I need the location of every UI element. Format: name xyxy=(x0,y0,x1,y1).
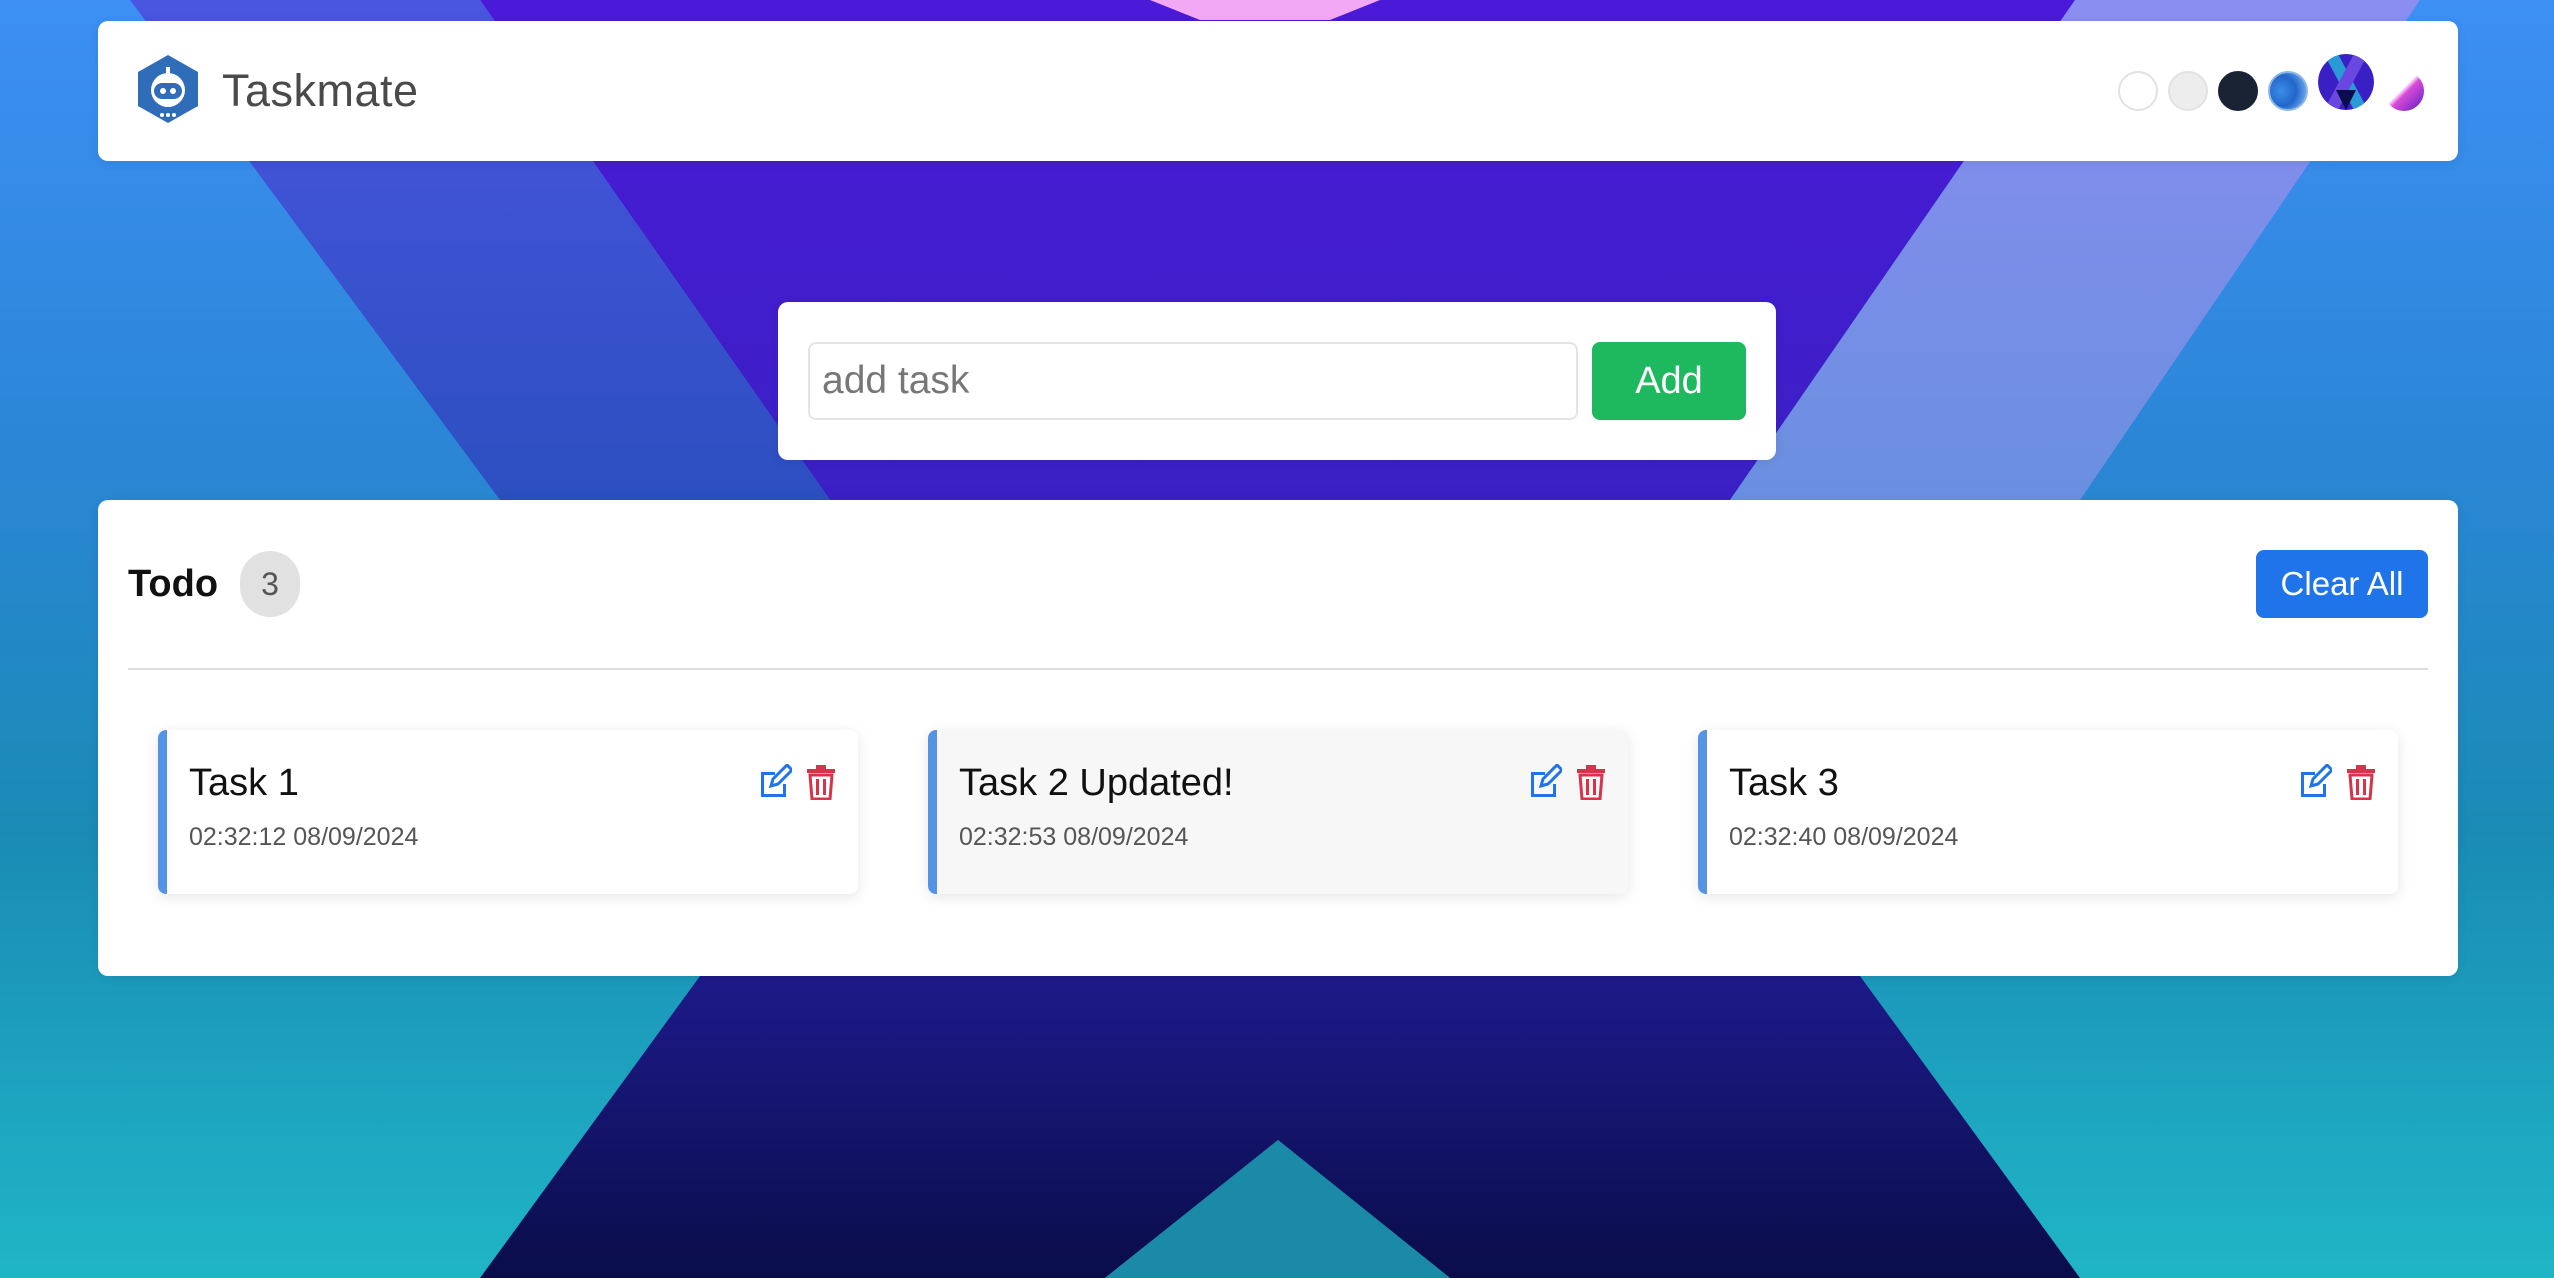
task-actions xyxy=(1528,764,1608,800)
trash-icon[interactable] xyxy=(804,764,838,800)
task-timestamp: 02:32:53 08/09/2024 xyxy=(959,823,1189,851)
edit-icon[interactable] xyxy=(2298,764,2332,800)
todo-panel: Todo 3 Clear All Task 1 02:32:12 08/09/2… xyxy=(98,500,2458,976)
task-list: Task 1 02:32:12 08/09/2024 Task 2 Update… xyxy=(128,670,2428,894)
task-timestamp: 02:32:40 08/09/2024 xyxy=(1729,823,1959,851)
todo-title: Todo xyxy=(128,562,219,605)
task-card[interactable]: Task 3 02:32:40 08/09/2024 xyxy=(1698,730,2398,894)
theme-picker xyxy=(2118,54,2424,111)
task-card[interactable]: Task 2 Updated! 02:32:53 08/09/2024 xyxy=(928,730,1628,894)
theme-x-gradient-swatch[interactable] xyxy=(2318,54,2374,110)
add-button[interactable]: Add xyxy=(1592,342,1746,420)
add-task-form: Add xyxy=(778,302,1776,460)
theme-blue-swatch[interactable] xyxy=(2268,71,2308,111)
robot-logo-icon xyxy=(132,53,204,130)
task-card[interactable]: Task 1 02:32:12 08/09/2024 xyxy=(158,730,858,894)
brand[interactable]: Taskmate xyxy=(132,53,419,130)
task-timestamp: 02:32:12 08/09/2024 xyxy=(189,823,419,851)
task-actions xyxy=(758,764,838,800)
todo-count-badge: 3 xyxy=(240,551,301,617)
theme-light-swatch[interactable] xyxy=(2118,71,2158,111)
clear-all-button[interactable]: Clear All xyxy=(2256,550,2428,618)
theme-pink-gradient-swatch[interactable] xyxy=(2384,71,2424,111)
theme-gray-swatch[interactable] xyxy=(2168,71,2208,111)
theme-dark-swatch[interactable] xyxy=(2218,71,2258,111)
trash-icon[interactable] xyxy=(1574,764,1608,800)
brand-name: Taskmate xyxy=(222,65,419,116)
edit-icon[interactable] xyxy=(1528,764,1562,800)
todo-header: Todo 3 Clear All xyxy=(128,500,2428,670)
task-input[interactable] xyxy=(808,342,1578,420)
edit-icon[interactable] xyxy=(758,764,792,800)
navbar: Taskmate xyxy=(98,21,2458,161)
trash-icon[interactable] xyxy=(2344,764,2378,800)
task-actions xyxy=(2298,764,2378,800)
